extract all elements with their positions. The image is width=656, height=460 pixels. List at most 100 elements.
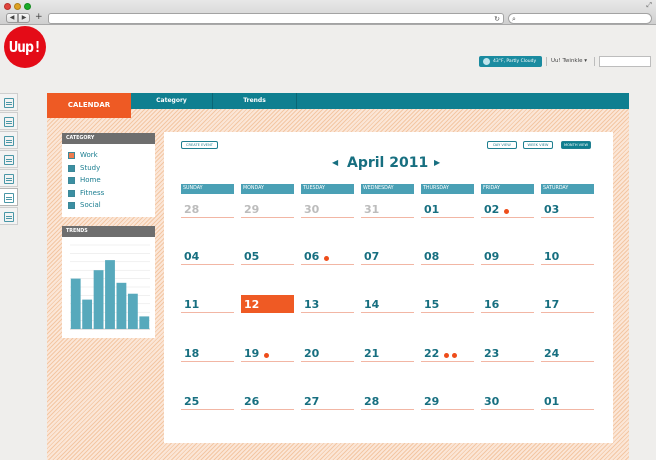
user-menu[interactable]: Uu! Twinkle ▾: [551, 57, 587, 66]
day-number: 20: [304, 347, 320, 360]
chart-bar-3[interactable]: [93, 270, 104, 329]
event-indicator-dot[interactable]: [444, 353, 449, 358]
side-tab-inbox[interactable]: [0, 93, 18, 111]
address-bar[interactable]: ↻: [48, 13, 504, 24]
logo[interactable]: Uup!: [4, 26, 46, 68]
category-item-home[interactable]: Home: [68, 175, 155, 188]
chart-bar-4[interactable]: [105, 260, 115, 329]
day-view-button[interactable]: DAY VIEW: [487, 141, 517, 149]
browser-search-field[interactable]: ⌕: [508, 13, 652, 24]
calendar-day-cell[interactable]: 29: [241, 204, 294, 218]
calendar-day-cell[interactable]: 19: [241, 347, 294, 362]
event-indicator-dot[interactable]: [504, 209, 509, 214]
forward-button[interactable]: ▶: [18, 13, 30, 23]
calendar-day-cell[interactable]: 02: [481, 204, 534, 218]
category-item-work[interactable]: Work: [68, 150, 155, 163]
tab-trends[interactable]: Trends: [213, 93, 297, 109]
calendar-day-cell[interactable]: 17: [541, 299, 594, 313]
calendar-day-cell[interactable]: 30: [301, 203, 354, 218]
category-color-swatch[interactable]: [68, 164, 75, 172]
day-number: 29: [424, 395, 440, 408]
minimize-window-button[interactable]: [14, 3, 21, 10]
create-event-button[interactable]: CREATE EVENT: [181, 141, 218, 149]
tab-calendar[interactable]: CALENDAR: [47, 93, 131, 118]
category-color-swatch[interactable]: [68, 202, 75, 209]
calendar-day-cell[interactable]: 31: [361, 204, 414, 218]
maximize-window-button[interactable]: [24, 3, 31, 10]
close-window-button[interactable]: [4, 3, 11, 10]
calendar-day-cell[interactable]: 10: [541, 251, 594, 265]
search-icon: ⌕: [512, 15, 516, 23]
inbox-icon: [4, 98, 14, 108]
page: ⤢ ◀ ▶ + ↻ ⌕ Uup! 43°F, Partly Cloudy Uu!…: [0, 0, 656, 460]
calendar-day-cell[interactable]: 06: [301, 250, 354, 265]
calendar-day-cell[interactable]: 05: [241, 251, 294, 265]
event-indicator-dot[interactable]: [264, 353, 269, 358]
day-number: 21: [364, 347, 380, 360]
prev-month-button[interactable]: ◀: [332, 158, 338, 168]
event-indicator-dot[interactable]: [452, 353, 457, 358]
event-indicator-dot[interactable]: [324, 256, 329, 261]
category-item-social[interactable]: Social: [68, 200, 155, 213]
side-tab-dictionary[interactable]: [0, 150, 18, 168]
rss-icon: [4, 136, 14, 146]
category-color-swatch[interactable]: [68, 152, 75, 159]
calendar-day-cell[interactable]: 01: [421, 204, 474, 218]
category-item-study[interactable]: Study: [68, 163, 155, 176]
chart-bar-7[interactable]: [139, 316, 150, 329]
next-month-button[interactable]: ▶: [434, 158, 440, 168]
day-number: 06: [304, 250, 320, 263]
day-number: 30: [304, 203, 320, 216]
side-tab-calendar[interactable]: [0, 188, 18, 206]
calendar-day-cell[interactable]: 15: [421, 299, 474, 313]
calendar-day-cell[interactable]: 11: [181, 299, 234, 313]
chart-bar-2[interactable]: [82, 299, 93, 329]
calendar-day-cell-today[interactable]: 12: [241, 295, 294, 313]
calendar-day-cell[interactable]: 28: [181, 204, 234, 218]
calendar-day-cell[interactable]: 07: [361, 251, 414, 265]
chart-bar-5[interactable]: [116, 282, 127, 329]
calendar-day-cell[interactable]: 23: [481, 348, 534, 362]
chart-bar-1[interactable]: [70, 278, 81, 329]
back-button[interactable]: ◀: [6, 13, 18, 23]
month-view-button[interactable]: MONTH VIEW: [561, 141, 591, 149]
calendar-day-cell[interactable]: 14: [361, 299, 414, 313]
calendar-day-cell[interactable]: 18: [181, 348, 234, 362]
calendar-day-cell[interactable]: 27: [301, 396, 354, 410]
reload-icon[interactable]: ↻: [494, 14, 500, 24]
calendar-day-cell[interactable]: 29: [421, 395, 474, 410]
side-tab-photos[interactable]: [0, 169, 18, 187]
calendar-day-cell[interactable]: 26: [241, 396, 294, 410]
calendar-day-cell[interactable]: 16: [481, 299, 534, 313]
week-view-button[interactable]: WEEK VIEW: [523, 141, 553, 149]
chart-bar-6[interactable]: [127, 293, 138, 329]
side-tab-table[interactable]: [0, 207, 18, 225]
weather-widget[interactable]: 43°F, Partly Cloudy: [479, 56, 542, 67]
dictionary-icon: [4, 155, 14, 165]
calendar-day-cell[interactable]: 04: [181, 251, 234, 265]
calendar-day-cell[interactable]: 03: [541, 204, 594, 218]
search-input[interactable]: [599, 56, 651, 67]
fullscreen-icon[interactable]: ⤢: [646, 1, 652, 10]
calendar-day-cell[interactable]: 30: [481, 396, 534, 410]
calendar-day-cell[interactable]: 20: [301, 347, 354, 362]
category-color-swatch[interactable]: [68, 189, 75, 197]
side-tab-notes[interactable]: [0, 112, 18, 130]
new-tab-button[interactable]: +: [35, 13, 43, 22]
calendar-day-cell[interactable]: 13: [301, 299, 354, 313]
calendar-day-cell[interactable]: 21: [361, 347, 414, 362]
category-item-fitness[interactable]: Fitness: [68, 188, 155, 201]
calendar-day-cell[interactable]: 24: [541, 348, 594, 362]
tab-category[interactable]: Category: [131, 93, 213, 109]
weekday-header-saturday: SATURDAY: [541, 184, 594, 194]
category-color-swatch[interactable]: [68, 177, 75, 184]
day-number: 19: [244, 347, 260, 360]
calendar-day-cell[interactable]: 28: [361, 396, 414, 410]
calendar-day-cell[interactable]: 01: [541, 396, 594, 410]
calendar-day-cell[interactable]: 08: [421, 251, 474, 265]
side-tab-feeds[interactable]: [0, 131, 18, 149]
app-side-toolbar: [0, 93, 18, 226]
calendar-day-cell[interactable]: 25: [181, 396, 234, 410]
calendar-day-cell[interactable]: 09: [481, 251, 534, 265]
calendar-day-cell[interactable]: 22: [421, 348, 474, 362]
